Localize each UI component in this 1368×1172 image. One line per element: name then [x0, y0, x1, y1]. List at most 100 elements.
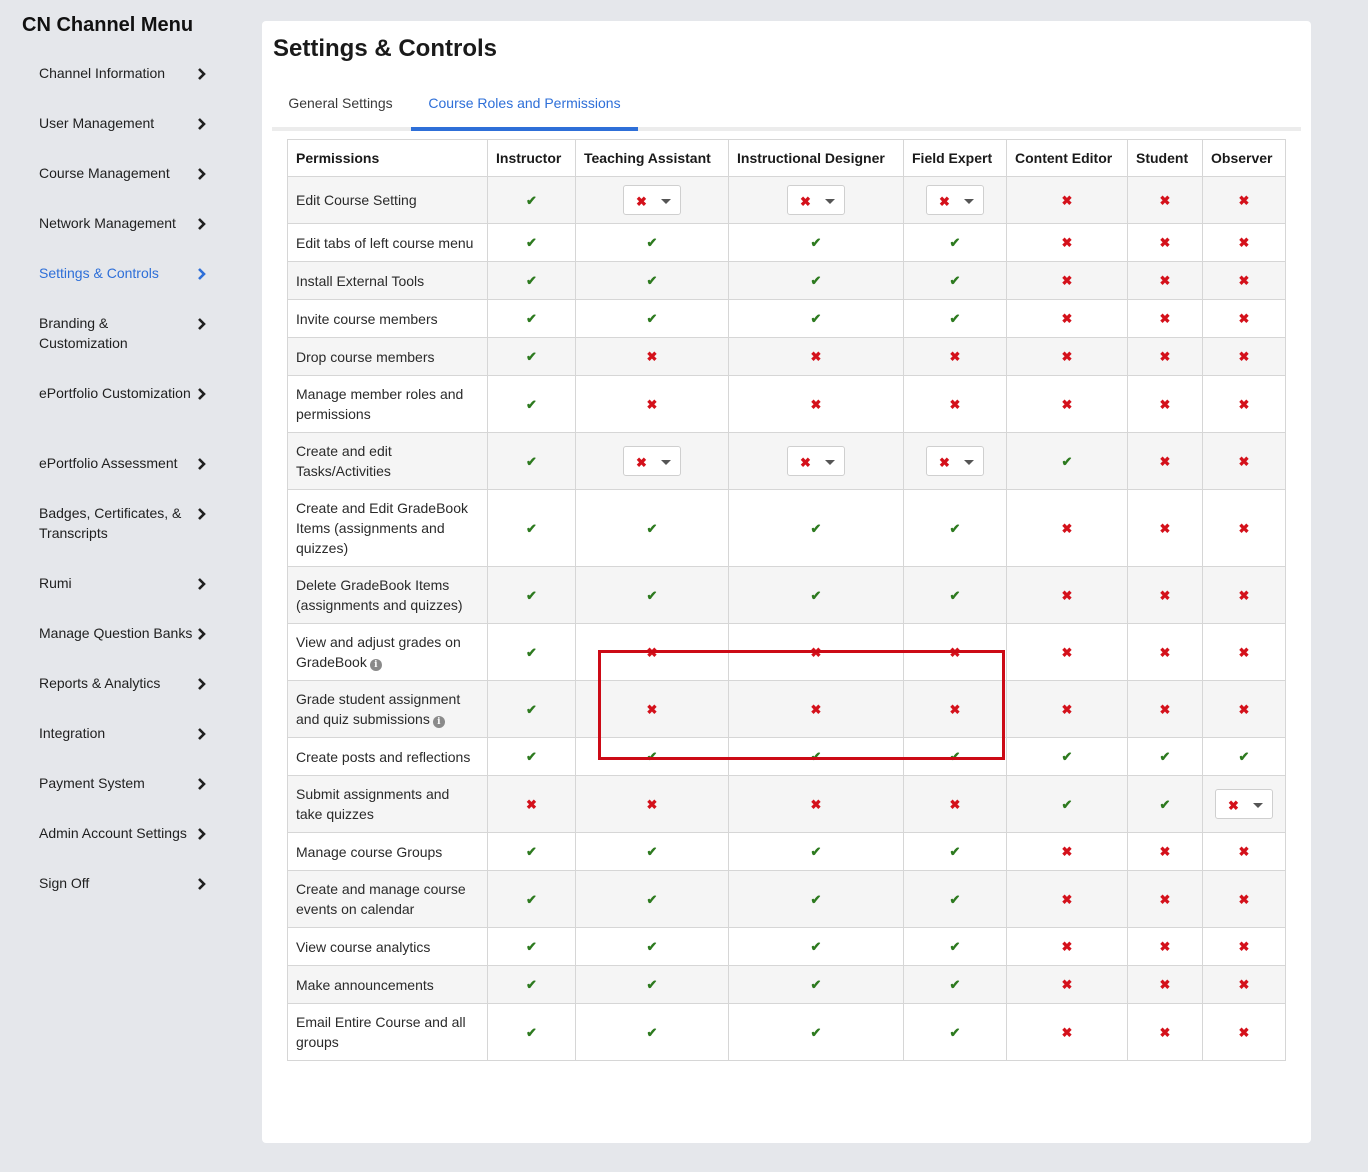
- table-row: Make announcements ✔ ✔ ✔ ✔ ✖ ✖ ✖: [287, 965, 1286, 1004]
- table-row: Create and manage course events on calen…: [287, 870, 1286, 928]
- check-icon: ✔: [810, 273, 822, 288]
- permission-cell: ✖: [1127, 299, 1203, 338]
- permission-cell: ✖: [1006, 176, 1128, 224]
- cross-icon: ✖: [1159, 587, 1171, 603]
- permission-name: Create and edit Tasks/Activities: [287, 432, 488, 490]
- column-header: Student: [1127, 139, 1203, 177]
- permission-cell: ✖: [903, 623, 1007, 681]
- sidebar-item-label: Manage Question Banks: [39, 625, 193, 641]
- permission-cell: ✖: [1127, 432, 1203, 490]
- permission-cell: ✖: [1006, 566, 1128, 624]
- permission-select[interactable]: ✖: [787, 446, 845, 476]
- check-icon: ✔: [646, 311, 658, 326]
- permission-name: Email Entire Course and all groups: [287, 1003, 488, 1061]
- permission-select[interactable]: ✖: [926, 446, 984, 476]
- sidebar-item-manage-question-banks[interactable]: Manage Question Banks: [39, 623, 211, 643]
- cross-icon: ✖: [1061, 891, 1073, 907]
- permission-select[interactable]: ✖: [1215, 789, 1273, 819]
- permission-cell: ✖: [903, 176, 1007, 224]
- permission-cell: ✔: [575, 832, 729, 871]
- permission-label: Make announcements: [296, 976, 434, 993]
- sidebar-item-settings-controls[interactable]: Settings & Controls: [39, 263, 211, 283]
- sidebar-item-eportfolio-assessment[interactable]: ePortfolio Assessment: [39, 453, 211, 473]
- cross-icon: ✖: [1159, 1024, 1171, 1040]
- cross-icon: ✖: [1238, 311, 1250, 326]
- permissions-table: Permissions Instructor Teaching Assistant I…: [287, 139, 1286, 1061]
- permission-cell: ✔: [728, 965, 904, 1004]
- table-row: Create posts and reflections ✔ ✔ ✔ ✔ ✔ ✔ ✔: [287, 737, 1286, 776]
- check-icon: ✔: [526, 844, 537, 859]
- permission-cell: ✖: [1202, 261, 1286, 300]
- permission-cell: ✖: [1202, 965, 1286, 1004]
- permission-cell: ✔: [575, 223, 729, 262]
- check-icon: ✔: [526, 520, 537, 536]
- table-row: Submit assignments and take quizzes ✖ ✖ ✖ ✖ ✔…: [287, 775, 1286, 833]
- permission-select[interactable]: ✖: [926, 185, 984, 215]
- permission-select[interactable]: ✖: [623, 446, 681, 476]
- check-icon: ✔: [526, 891, 537, 907]
- sidebar-item-integration[interactable]: Integration: [39, 723, 211, 743]
- check-icon: ✔: [526, 701, 537, 717]
- sidebar-item-admin-account-settings[interactable]: Admin Account Settings: [39, 823, 211, 843]
- check-icon: ✔: [810, 939, 822, 954]
- cross-icon: ✖: [1061, 311, 1073, 326]
- sidebar-item-user-management[interactable]: User Management: [39, 113, 211, 133]
- cross-icon: ✖: [1061, 349, 1073, 364]
- sidebar-item-label: Reports & Analytics: [39, 675, 161, 691]
- sidebar-item-channel-information[interactable]: Channel Information: [39, 63, 211, 83]
- permission-cell: ✖: [1202, 775, 1286, 833]
- permission-cell: ✖: [728, 623, 904, 681]
- permission-cell: ✖: [728, 375, 904, 433]
- caret-down-icon: [825, 199, 835, 204]
- check-icon: ✔: [810, 1024, 822, 1040]
- chevron-right-icon: [198, 878, 206, 890]
- permission-cell: ✔: [903, 1003, 1007, 1061]
- permission-select[interactable]: ✖: [787, 185, 845, 215]
- tab-general-settings[interactable]: General Settings: [272, 91, 409, 127]
- permission-label: Email Entire Course and all groups: [296, 1014, 466, 1050]
- cross-icon: ✖: [800, 194, 811, 209]
- check-icon: ✔: [949, 273, 961, 288]
- cross-icon: ✖: [949, 796, 961, 812]
- sidebar-item-badges-certificates-transcripts[interactable]: Badges, Certificates, & Transcripts: [39, 503, 211, 543]
- permission-cell: ✖: [1202, 566, 1286, 624]
- column-header: Observer: [1202, 139, 1286, 177]
- permission-cell: ✔: [728, 566, 904, 624]
- permission-cell: ✖: [728, 432, 904, 490]
- permission-cell: ✖: [1127, 927, 1203, 966]
- sidebar-item-label: Branding & Customization: [39, 315, 128, 351]
- permission-cell: ✖: [1006, 965, 1128, 1004]
- sidebar-item-sign-off[interactable]: Sign Off: [39, 873, 211, 893]
- chevron-right-icon: [198, 678, 206, 690]
- permission-cell: ✖: [1202, 680, 1286, 738]
- cross-icon: ✖: [1228, 798, 1239, 813]
- permission-cell: ✔: [903, 737, 1007, 776]
- permission-cell: ✔: [487, 223, 576, 262]
- permission-cell: ✖: [1127, 489, 1203, 567]
- cross-icon: ✖: [1061, 192, 1073, 208]
- sidebar-item-rumi[interactable]: Rumi: [39, 573, 211, 593]
- check-icon: ✔: [949, 520, 961, 536]
- check-icon: ✔: [526, 192, 537, 208]
- permission-cell: ✔: [487, 870, 576, 928]
- cross-icon: ✖: [949, 701, 961, 717]
- permission-cell: ✔: [487, 432, 576, 490]
- check-icon: ✔: [949, 891, 961, 907]
- info-icon[interactable]: i: [369, 659, 382, 671]
- sidebar-item-course-management[interactable]: Course Management: [39, 163, 211, 183]
- permission-cell: ✔: [903, 832, 1007, 871]
- cross-icon: ✖: [1238, 844, 1250, 859]
- chevron-right-icon: [198, 828, 206, 840]
- permission-name: Edit Course Setting: [287, 176, 488, 224]
- info-icon[interactable]: i: [432, 716, 445, 728]
- check-icon: ✔: [949, 1024, 961, 1040]
- permission-cell: ✖: [575, 432, 729, 490]
- sidebar-item-payment-system[interactable]: Payment System: [39, 773, 211, 793]
- sidebar-item-eportfolio-customization[interactable]: ePortfolio Customization: [39, 383, 211, 403]
- page-title: Settings & Controls: [273, 35, 498, 62]
- tab-course-roles-permissions[interactable]: Course Roles and Permissions: [411, 91, 638, 131]
- sidebar-item-branding-customization[interactable]: Branding & Customization: [39, 313, 211, 353]
- permission-select[interactable]: ✖: [623, 185, 681, 215]
- sidebar-item-network-management[interactable]: Network Management: [39, 213, 211, 233]
- sidebar-item-reports-analytics[interactable]: Reports & Analytics: [39, 673, 211, 693]
